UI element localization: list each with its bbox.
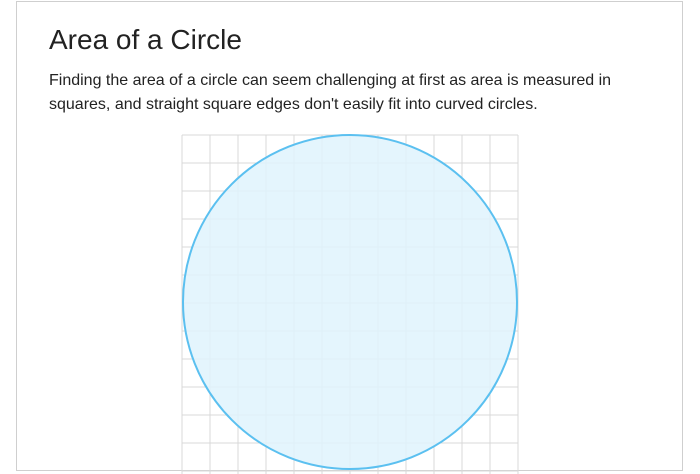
- lesson-card: Area of a Circle Finding the area of a c…: [16, 1, 683, 474]
- page-title: Area of a Circle: [49, 24, 242, 55]
- intro-paragraph: Finding the area of a circle can seem ch…: [49, 72, 612, 113]
- grid-svg: [181, 134, 519, 474]
- circle-on-grid-figure: [181, 134, 519, 474]
- circle-shape: [182, 134, 518, 470]
